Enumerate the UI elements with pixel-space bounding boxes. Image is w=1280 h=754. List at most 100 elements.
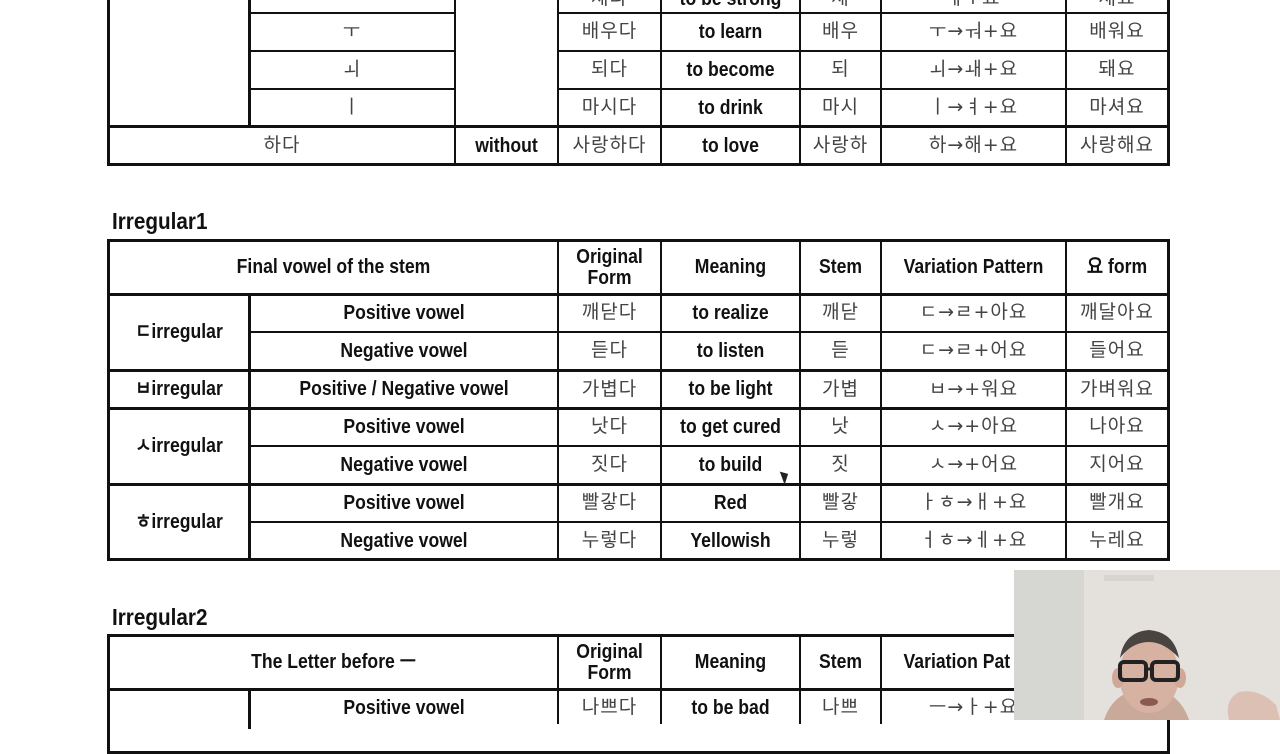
presenter-video-frame (1014, 570, 1280, 720)
cell-meaning: to be strong (670, 0, 791, 12)
cell-yo-form: 사랑해요 (1080, 134, 1154, 157)
cell-vowel: ㅣ (342, 96, 362, 119)
cell-stem: 나쁘 (822, 696, 859, 719)
presenter-webcam (1014, 570, 1280, 720)
cell-original: 가볍다 (581, 377, 638, 400)
header-stem: Stem (818, 651, 863, 673)
header-variation-pattern: Variation Pattern (903, 256, 1044, 278)
group-label-s-irregular: ㅅirregular (135, 435, 223, 457)
cell-pattern: ㅣ→ㅕ+요 (928, 96, 1019, 119)
cell-yo-form: 들어요 (1089, 339, 1145, 362)
cell-meaning: to build (698, 453, 763, 476)
cell-meaning: to love (702, 134, 759, 157)
cell-vowel-type: Positive / Negative vowel (299, 378, 509, 400)
cell-original: 되다 (591, 58, 628, 81)
cell-pattern: ㅓㅎ→ㅔ+요 (919, 529, 1028, 552)
cell-hada-label: 하다 (263, 134, 301, 157)
header-letter-before: The Letter before ㅡ (251, 651, 416, 673)
cell-original: 배우다 (581, 20, 638, 43)
cell-meaning: to get cured (680, 415, 781, 438)
cell-original: 듣다 (591, 339, 628, 362)
section-title-irregular2: Irregular2 (112, 604, 208, 630)
cell-meaning: to drink (698, 96, 763, 119)
cell-meaning: Red (713, 491, 748, 514)
divider (248, 689, 251, 729)
cell-yo-form: 배워요 (1089, 20, 1145, 43)
cell-yo-form: 지어요 (1089, 453, 1145, 476)
cell-original: 나쁘다 (581, 696, 638, 719)
cell-original: 낫다 (591, 415, 628, 438)
cell-yo-form: 깨달아요 (1080, 301, 1154, 324)
cell-yo-form: 세요 (1067, 0, 1167, 12)
cell-pattern: ㅅ→+어요 (928, 453, 1019, 476)
cell-vowel-type: Negative vowel (340, 339, 468, 362)
cell-pattern: ㅏㅎ→ㅐ+요 (919, 491, 1028, 514)
cell-vowel-type: Positive vowel (343, 301, 465, 324)
cell-pattern: ㄷ→ㄹ+아요 (919, 301, 1028, 324)
group-label-h-irregular: ㅎirregular (135, 511, 223, 533)
cell-stem: 깨닫 (822, 301, 859, 324)
cell-pattern: 하→해+요 (928, 134, 1019, 157)
cell-stem: 가볍 (822, 377, 859, 400)
header-original-form: Original Form (576, 640, 643, 684)
cell-pattern: ㅜ→ㅝ+요 (928, 20, 1019, 43)
cell-stem: 낫 (831, 415, 850, 438)
cell-vowel-type: Positive vowel (343, 491, 465, 514)
cell-vowel-type: Negative vowel (340, 529, 468, 552)
header-final-vowel: Final vowel of the stem (236, 256, 431, 278)
cell-yo-form: 돼요 (1098, 58, 1136, 81)
header-meaning: Meaning (694, 651, 767, 673)
cell-vowel-type: Positive vowel (343, 415, 465, 438)
cell-yo-form: 마셔요 (1089, 96, 1145, 119)
cell-meaning: Yellowish (690, 529, 771, 552)
divider (454, 127, 456, 164)
header-stem: Stem (818, 256, 863, 278)
cell-yo-form: 누레요 (1089, 529, 1145, 552)
divider (660, 0, 662, 164)
section-title-irregular1: Irregular1 (112, 208, 208, 234)
cell-vowel: ㅜ (342, 20, 362, 43)
cell-stem: 사랑하 (812, 134, 869, 157)
cell-stem: 누렇 (822, 529, 859, 552)
cell-meaning: to be bad (691, 696, 770, 719)
cell-stem: 배우 (822, 20, 859, 43)
cell-original: 깨닫다 (581, 301, 638, 324)
cell-stem: 빨갛 (822, 491, 859, 514)
cell-meaning: to listen (696, 339, 765, 362)
cell-vowel-type: Negative vowel (340, 453, 468, 476)
cell-pattern: ㅂ→+워요 (928, 377, 1019, 400)
group-label-b-irregular: ㅂirregular (135, 378, 223, 400)
cell-yo-form: 나아요 (1089, 415, 1145, 438)
cell-meaning: to learn (698, 20, 763, 43)
cell-meaning: to realize (692, 301, 769, 324)
cell-original: 사랑하다 (572, 134, 647, 157)
header-yo-form: 요 form (1086, 256, 1148, 278)
cell-yo-form: 빨개요 (1089, 491, 1145, 514)
divider (660, 239, 662, 561)
cell-vowel-type: Positive vowel (343, 696, 465, 719)
cell-pattern: ㅔ+요 (882, 0, 1065, 12)
cell-stem: 마시 (822, 96, 859, 119)
cell-original: 세다 (559, 0, 660, 12)
cell-original: 누렇다 (581, 529, 638, 552)
cell-yo-form: 가벼워요 (1080, 377, 1154, 400)
cell-meaning: to become (686, 58, 775, 81)
header-meaning: Meaning (694, 256, 767, 278)
divider (454, 0, 456, 127)
header-original-form: Original Form (576, 245, 643, 289)
cell-original: 빨갛다 (581, 491, 638, 514)
cell-original: 짓다 (591, 453, 628, 476)
cell-vowel: ㅚ (342, 58, 362, 81)
group-label-d-irregular: ㄷirregular (135, 321, 223, 343)
cell-stem: 짓 (831, 453, 850, 476)
divider (660, 634, 662, 724)
cell-pattern: ㅚ→ㅙ+요 (928, 58, 1019, 81)
cell-meaning: to be light (688, 378, 773, 400)
cell-original: 마시다 (581, 96, 638, 119)
cell-pattern: ㅅ→+아요 (928, 415, 1019, 438)
cell-stem: 세 (801, 0, 880, 12)
cell-stem: 듣 (831, 339, 850, 362)
cell-pattern: ㄷ→ㄹ+어요 (919, 339, 1028, 362)
cell-batchim: without (475, 134, 538, 157)
cell-stem: 되 (831, 58, 850, 81)
